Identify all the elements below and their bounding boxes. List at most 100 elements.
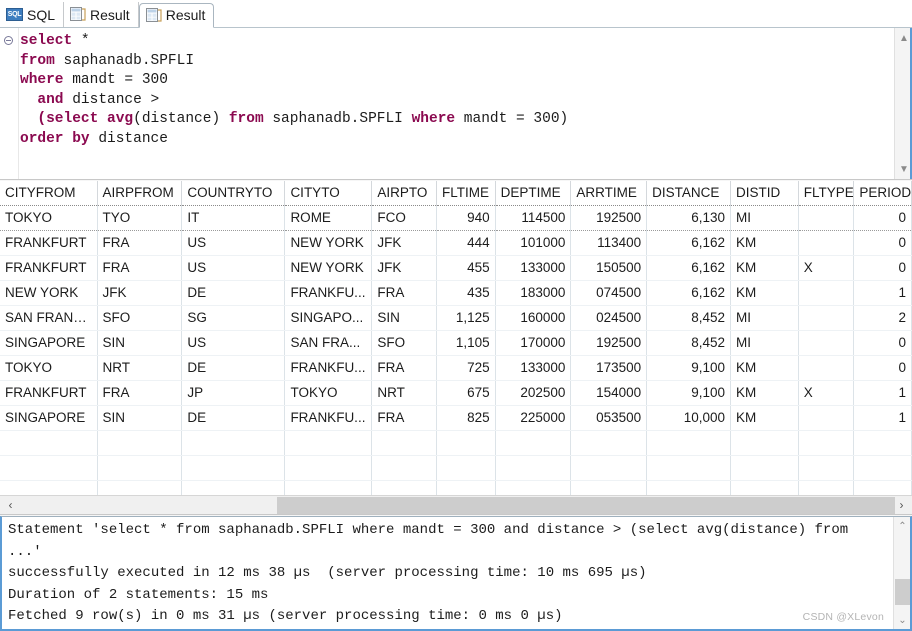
cell-countryto[interactable]: SG bbox=[181, 305, 286, 331]
cell-empty[interactable] bbox=[730, 455, 799, 481]
cell-cityto[interactable]: NEW YORK bbox=[284, 255, 373, 281]
cell-arrtime[interactable]: 074500 bbox=[570, 280, 648, 306]
cell-distance[interactable]: 8,452 bbox=[646, 305, 732, 331]
cell-fltime[interactable]: 725 bbox=[436, 355, 496, 381]
statement-log-panel[interactable]: Statement 'select * from saphanadb.SPFLI… bbox=[0, 516, 912, 631]
cell-deptime[interactable]: 160000 bbox=[495, 305, 572, 331]
cell-period[interactable]: 1 bbox=[853, 405, 912, 431]
cell-cityfrom[interactable]: TOKYO bbox=[0, 355, 98, 381]
cell-period[interactable]: 0 bbox=[853, 255, 912, 281]
column-header-countryto[interactable]: COUNTRYTO bbox=[181, 181, 286, 206]
cell-empty[interactable] bbox=[798, 455, 855, 481]
cell-empty[interactable] bbox=[97, 455, 183, 481]
cell-airpto[interactable]: JFK bbox=[371, 230, 437, 256]
cell-airpfrom[interactable]: FRA bbox=[97, 230, 183, 256]
cell-airpto[interactable]: NRT bbox=[371, 380, 437, 406]
log-scroll-thumb[interactable] bbox=[895, 579, 910, 605]
column-header-distid[interactable]: DISTID bbox=[730, 181, 799, 206]
result-grid-pane[interactable]: CITYFROM AIRPFROM COUNTRYTO CITYTO AIRPTO FLT… bbox=[0, 181, 912, 515]
cell-empty[interactable] bbox=[181, 430, 286, 456]
cell-fltype[interactable] bbox=[798, 405, 855, 431]
cell-cityfrom[interactable]: SINGAPORE bbox=[0, 330, 98, 356]
cell-deptime[interactable]: 114500 bbox=[495, 205, 572, 231]
cell-distid[interactable]: MI bbox=[730, 305, 799, 331]
cell-airpto[interactable]: SFO bbox=[371, 330, 437, 356]
cell-empty[interactable] bbox=[646, 455, 732, 481]
cell-distance[interactable]: 6,130 bbox=[646, 205, 732, 231]
cell-distance[interactable]: 8,452 bbox=[646, 330, 732, 356]
cell-period[interactable]: 0 bbox=[853, 330, 912, 356]
cell-distid[interactable]: KM bbox=[730, 405, 799, 431]
cell-arrtime[interactable]: 024500 bbox=[570, 305, 648, 331]
cell-empty[interactable] bbox=[0, 455, 98, 481]
cell-airpfrom[interactable]: SIN bbox=[97, 405, 183, 431]
cell-fltime[interactable]: 435 bbox=[436, 280, 496, 306]
cell-cityto[interactable]: NEW YORK bbox=[284, 230, 373, 256]
column-header-deptime[interactable]: DEPTIME bbox=[495, 181, 572, 206]
cell-distance[interactable]: 6,162 bbox=[646, 230, 732, 256]
table-row[interactable]: NEW YORK JFK DE FRANKFU... FRA 435 183000 07450… bbox=[0, 280, 912, 306]
cell-airpto[interactable]: FCO bbox=[371, 205, 437, 231]
cell-cityto[interactable]: SAN FRA... bbox=[284, 330, 373, 356]
cell-deptime[interactable]: 133000 bbox=[495, 355, 572, 381]
cell-empty[interactable] bbox=[436, 455, 496, 481]
cell-fltype[interactable] bbox=[798, 205, 855, 231]
column-header-fltime[interactable]: FLTIME bbox=[436, 181, 496, 206]
cell-fltype[interactable] bbox=[798, 330, 855, 356]
tab-result-1[interactable]: Result bbox=[64, 2, 139, 27]
cell-distance[interactable]: 6,162 bbox=[646, 280, 732, 306]
sql-editor-pane[interactable]: select * from saphanadb.SPFLI where mand… bbox=[0, 28, 912, 180]
cell-empty[interactable] bbox=[436, 430, 496, 456]
cell-deptime[interactable]: 170000 bbox=[495, 330, 572, 356]
cell-arrtime[interactable]: 154000 bbox=[570, 380, 648, 406]
cell-fltime[interactable]: 675 bbox=[436, 380, 496, 406]
cell-fltype[interactable]: X bbox=[798, 380, 855, 406]
cell-empty[interactable] bbox=[853, 455, 912, 481]
cell-fltype[interactable] bbox=[798, 280, 855, 306]
cell-distance[interactable]: 9,100 bbox=[646, 380, 732, 406]
cell-airpto[interactable]: FRA bbox=[371, 405, 437, 431]
cell-cityfrom[interactable]: TOKYO bbox=[0, 205, 98, 231]
cell-arrtime[interactable]: 192500 bbox=[570, 205, 648, 231]
cell-period[interactable]: 0 bbox=[853, 205, 912, 231]
cell-period[interactable]: 0 bbox=[853, 230, 912, 256]
table-row[interactable]: SINGAPORE SIN DE FRANKFU... FRA 825 225000 0535… bbox=[0, 405, 912, 431]
cell-fltype[interactable] bbox=[798, 355, 855, 381]
column-header-airpfrom[interactable]: AIRPFROM bbox=[97, 181, 183, 206]
column-header-cityto[interactable]: CITYTO bbox=[284, 181, 373, 206]
scroll-left-icon[interactable]: ‹ bbox=[2, 496, 19, 514]
cell-cityto[interactable]: FRANKFU... bbox=[284, 355, 373, 381]
tab-sql[interactable]: SQL SQL bbox=[0, 2, 65, 27]
cell-arrtime[interactable]: 150500 bbox=[570, 255, 648, 281]
cell-distance[interactable]: 6,162 bbox=[646, 255, 732, 281]
cell-deptime[interactable]: 202500 bbox=[495, 380, 572, 406]
cell-cityfrom[interactable]: FRANKFURT bbox=[0, 255, 98, 281]
cell-fltime[interactable]: 940 bbox=[436, 205, 496, 231]
cell-cityto[interactable]: ROME bbox=[284, 205, 373, 231]
cell-fltype[interactable] bbox=[798, 305, 855, 331]
cell-arrtime[interactable]: 053500 bbox=[570, 405, 648, 431]
table-row[interactable]: FRANKFURT FRA US NEW YORK JFK 455 133000 150500… bbox=[0, 255, 912, 281]
cell-countryto[interactable]: JP bbox=[181, 380, 286, 406]
cell-distid[interactable]: KM bbox=[730, 355, 799, 381]
sql-code-text[interactable]: select * from saphanadb.SPFLI where mand… bbox=[20, 32, 568, 149]
tab-result-2[interactable]: Result bbox=[138, 3, 215, 28]
log-vertical-scrollbar[interactable]: ⌃ ⌄ bbox=[893, 517, 910, 629]
scroll-up-icon[interactable]: ⌃ bbox=[894, 518, 911, 534]
cell-cityfrom[interactable]: FRANKFURT bbox=[0, 380, 98, 406]
cell-empty[interactable] bbox=[646, 430, 732, 456]
cell-empty[interactable] bbox=[853, 430, 912, 456]
cell-empty[interactable] bbox=[284, 455, 373, 481]
cell-empty[interactable] bbox=[495, 455, 572, 481]
cell-countryto[interactable]: US bbox=[181, 330, 286, 356]
column-header-airpto[interactable]: AIRPTO bbox=[371, 181, 437, 206]
cell-cityfrom[interactable]: SINGAPORE bbox=[0, 405, 98, 431]
column-header-arrtime[interactable]: ARRTIME bbox=[570, 181, 648, 206]
cell-period[interactable]: 1 bbox=[853, 280, 912, 306]
horizontal-scroll-thumb[interactable] bbox=[277, 497, 895, 514]
code-fold-collapse-icon[interactable] bbox=[4, 36, 13, 45]
cell-empty[interactable] bbox=[798, 430, 855, 456]
cell-deptime[interactable]: 101000 bbox=[495, 230, 572, 256]
cell-empty[interactable] bbox=[0, 430, 98, 456]
scroll-right-icon[interactable]: › bbox=[893, 496, 910, 514]
